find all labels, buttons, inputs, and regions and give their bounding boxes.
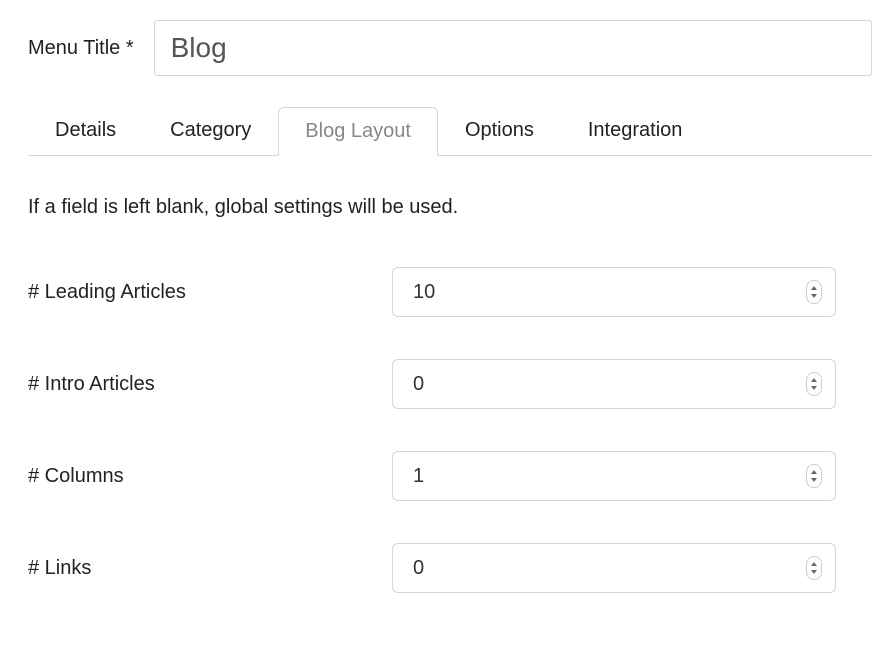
columns-input-wrap [392,451,836,501]
field-leading-articles: # Leading Articles [28,267,872,317]
menu-title-input[interactable] [154,20,872,76]
menu-title-label: Menu Title * [28,37,134,60]
leading-articles-label: # Leading Articles [28,281,392,304]
tab-options[interactable]: Options [438,106,561,155]
intro-articles-stepper[interactable] [806,372,822,396]
tab-integration[interactable]: Integration [561,106,710,155]
tab-blog-layout[interactable]: Blog Layout [278,107,438,156]
chevron-down-icon [811,570,817,574]
chevron-down-icon [811,294,817,298]
columns-stepper[interactable] [806,464,822,488]
leading-articles-stepper[interactable] [806,280,822,304]
columns-input[interactable] [392,451,836,501]
field-columns: # Columns [28,451,872,501]
chevron-up-icon [811,470,817,474]
intro-articles-input-wrap [392,359,836,409]
columns-label: # Columns [28,465,392,488]
leading-articles-input-wrap [392,267,836,317]
chevron-down-icon [811,386,817,390]
chevron-up-icon [811,286,817,290]
links-stepper[interactable] [806,556,822,580]
leading-articles-input[interactable] [392,267,836,317]
links-label: # Links [28,557,392,580]
intro-articles-input[interactable] [392,359,836,409]
title-row: Menu Title * [28,20,872,76]
links-input-wrap [392,543,836,593]
tab-category[interactable]: Category [143,106,278,155]
hint-text: If a field is left blank, global setting… [28,196,872,219]
intro-articles-label: # Intro Articles [28,373,392,396]
chevron-down-icon [811,478,817,482]
field-links: # Links [28,543,872,593]
links-input[interactable] [392,543,836,593]
tab-details[interactable]: Details [28,106,143,155]
field-intro-articles: # Intro Articles [28,359,872,409]
chevron-up-icon [811,378,817,382]
chevron-up-icon [811,562,817,566]
tabs: Details Category Blog Layout Options Int… [28,106,872,156]
